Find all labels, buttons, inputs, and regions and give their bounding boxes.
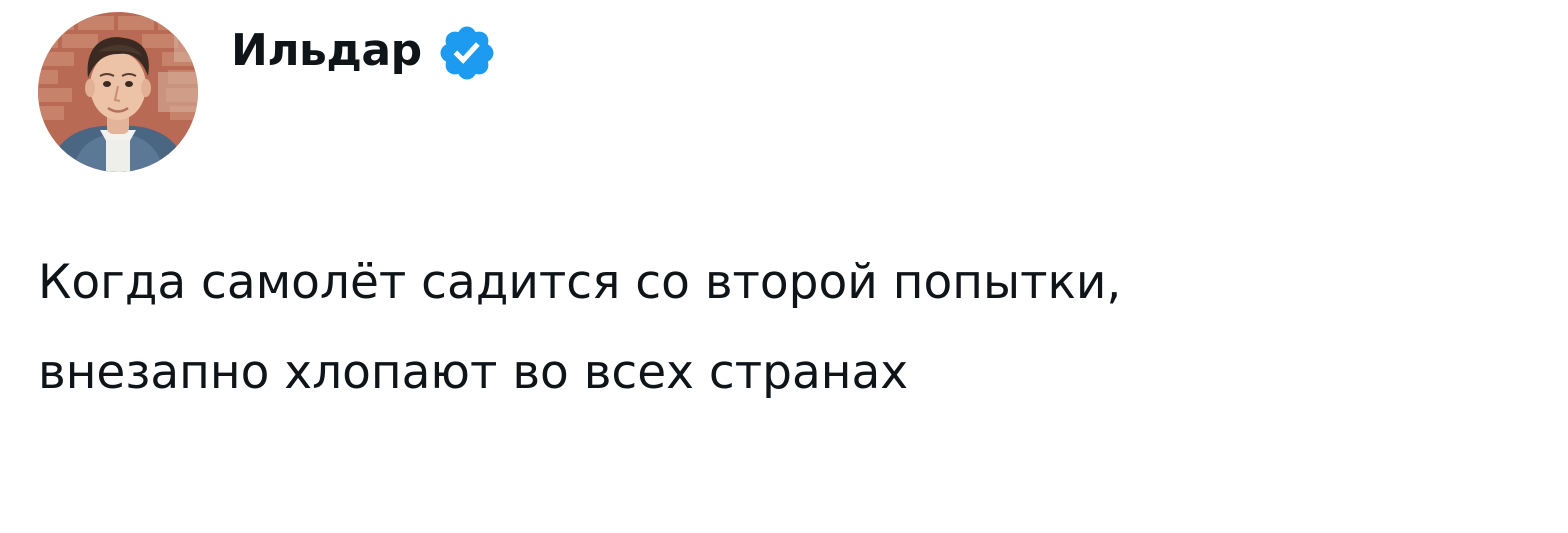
author-header: Ильдар [231,18,498,84]
author-display-name[interactable]: Ильдар [231,29,422,73]
verified-badge-icon [440,26,494,80]
tweet-text: Когда самолёт садится со второй попытки,… [38,255,1122,400]
tweet-card: Ильдар Когда самолёт садится со второй п… [0,0,1568,533]
author-avatar[interactable] [38,12,198,172]
avatar-photo [38,12,198,172]
